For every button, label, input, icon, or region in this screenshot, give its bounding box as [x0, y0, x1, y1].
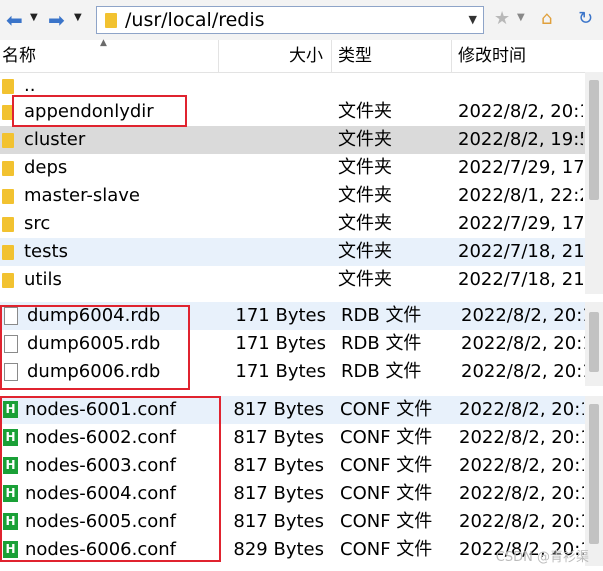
folder-icon [105, 13, 117, 28]
watermark: CSDN @青衫渠 [495, 550, 589, 565]
file-name: src [24, 213, 51, 234]
column-header: 名称 ▲ 大小 类型 修改时间 [0, 38, 603, 73]
scrollbar-thumb[interactable] [589, 312, 599, 372]
folder-icon [2, 217, 14, 232]
file-modified: 2022/8/2, 20:1 [461, 305, 586, 326]
star-icon[interactable]: ★ [494, 9, 510, 29]
column-modified[interactable]: 修改时间 [458, 44, 526, 68]
file-type: 文件夹 [338, 157, 392, 178]
file-name: master-slave [24, 185, 140, 206]
file-name: deps [24, 157, 68, 178]
highlight-box [12, 95, 187, 127]
file-type: CONF 文件 [340, 483, 433, 504]
file-modified: 2022/8/1, 22:2 [458, 185, 583, 206]
file-name: cluster [24, 129, 86, 150]
file-size: 817 Bytes [233, 455, 324, 476]
file-modified: 2022/7/18, 21 [458, 241, 583, 262]
file-size: 817 Bytes [233, 399, 324, 420]
file-modified: 2022/7/18, 21 [458, 269, 583, 290]
list-item[interactable]: cluster 文件夹 2022/8/2, 19:5 [0, 126, 603, 154]
file-modified: 2022/8/2, 20:1 [458, 101, 583, 122]
file-size: 817 Bytes [233, 511, 324, 532]
column-type[interactable]: 类型 [338, 44, 372, 68]
file-size: 171 Bytes [235, 305, 326, 326]
file-type: CONF 文件 [340, 455, 433, 476]
file-size: 171 Bytes [235, 361, 326, 382]
file-modified: 2022/8/2, 20:1 [459, 483, 584, 504]
file-modified: 2022/7/29, 17 [458, 213, 583, 234]
file-type: CONF 文件 [340, 511, 433, 532]
file-type: 文件夹 [338, 241, 392, 262]
path-text: /usr/local/redis [125, 9, 265, 31]
toolbar: ⬅ ▼ ➡ ▼ /usr/local/redis ▼ ★ ▼ ⌂ ↻ [0, 0, 603, 41]
file-type: CONF 文件 [340, 399, 433, 420]
column-divider[interactable] [218, 40, 219, 72]
home-folder-icon[interactable]: ⌂ [541, 9, 552, 29]
highlight-box [0, 396, 221, 562]
folder-icon [2, 161, 14, 176]
folder-icon [2, 273, 14, 288]
scrollbar-thumb[interactable] [589, 404, 599, 544]
file-type: RDB 文件 [341, 305, 422, 326]
folder-icon [2, 189, 14, 204]
file-name: utils [24, 269, 62, 290]
list-item[interactable]: tests 文件夹 2022/7/18, 21 [0, 238, 603, 266]
file-type: CONF 文件 [340, 427, 433, 448]
file-modified: 2022/8/2, 20:1 [459, 427, 584, 448]
bookmark-dropdown-icon[interactable]: ▼ [517, 12, 525, 23]
refresh-icon[interactable]: ↻ [578, 9, 593, 29]
file-name: tests [24, 241, 68, 262]
file-type: 文件夹 [338, 185, 392, 206]
file-type: 文件夹 [338, 101, 392, 122]
folder-icon [2, 245, 14, 260]
arrow-left-icon[interactable]: ⬅ [6, 8, 23, 32]
column-divider[interactable] [331, 40, 332, 72]
file-type: 文件夹 [338, 213, 392, 234]
column-divider[interactable] [451, 40, 452, 72]
arrow-right-icon[interactable]: ➡ [48, 8, 65, 32]
file-type: CONF 文件 [340, 539, 433, 560]
file-type: RDB 文件 [341, 333, 422, 354]
file-modified: 2022/7/29, 17 [458, 157, 583, 178]
highlight-box [0, 305, 190, 390]
folder-icon [2, 79, 14, 94]
file-size: 817 Bytes [233, 427, 324, 448]
sort-ascending-icon: ▲ [100, 38, 107, 48]
column-name[interactable]: 名称 [2, 44, 36, 68]
chevron-down-icon[interactable]: ▼ [469, 13, 477, 26]
file-size: 829 Bytes [233, 539, 324, 560]
file-size: 817 Bytes [233, 483, 324, 504]
file-modified: 2022/8/2, 20:1 [459, 455, 584, 476]
file-type: 文件夹 [338, 269, 392, 290]
file-type: 文件夹 [338, 129, 392, 150]
back-history-dropdown-icon[interactable]: ▼ [30, 12, 38, 23]
forward-history-dropdown-icon[interactable]: ▼ [74, 12, 82, 23]
list-item[interactable]: master-slave 文件夹 2022/8/1, 22:2 [0, 182, 603, 210]
file-type: RDB 文件 [341, 361, 422, 382]
path-input[interactable]: /usr/local/redis ▼ [96, 6, 484, 34]
list-item[interactable]: src 文件夹 2022/7/29, 17 [0, 210, 603, 238]
file-modified: 2022/8/2, 20:1 [461, 333, 586, 354]
file-modified: 2022/8/2, 20:1 [461, 361, 586, 382]
file-modified: 2022/8/2, 20:1 [459, 511, 584, 532]
folder-icon [2, 133, 14, 148]
file-modified: 2022/8/2, 20:1 [459, 399, 584, 420]
file-modified: 2022/8/2, 19:5 [458, 129, 583, 150]
column-size[interactable]: 大小 [289, 44, 323, 68]
list-item[interactable]: utils 文件夹 2022/7/18, 21 [0, 266, 603, 294]
scrollbar-thumb[interactable] [589, 80, 599, 200]
list-item[interactable]: deps 文件夹 2022/7/29, 17 [0, 154, 603, 182]
file-size: 171 Bytes [235, 333, 326, 354]
